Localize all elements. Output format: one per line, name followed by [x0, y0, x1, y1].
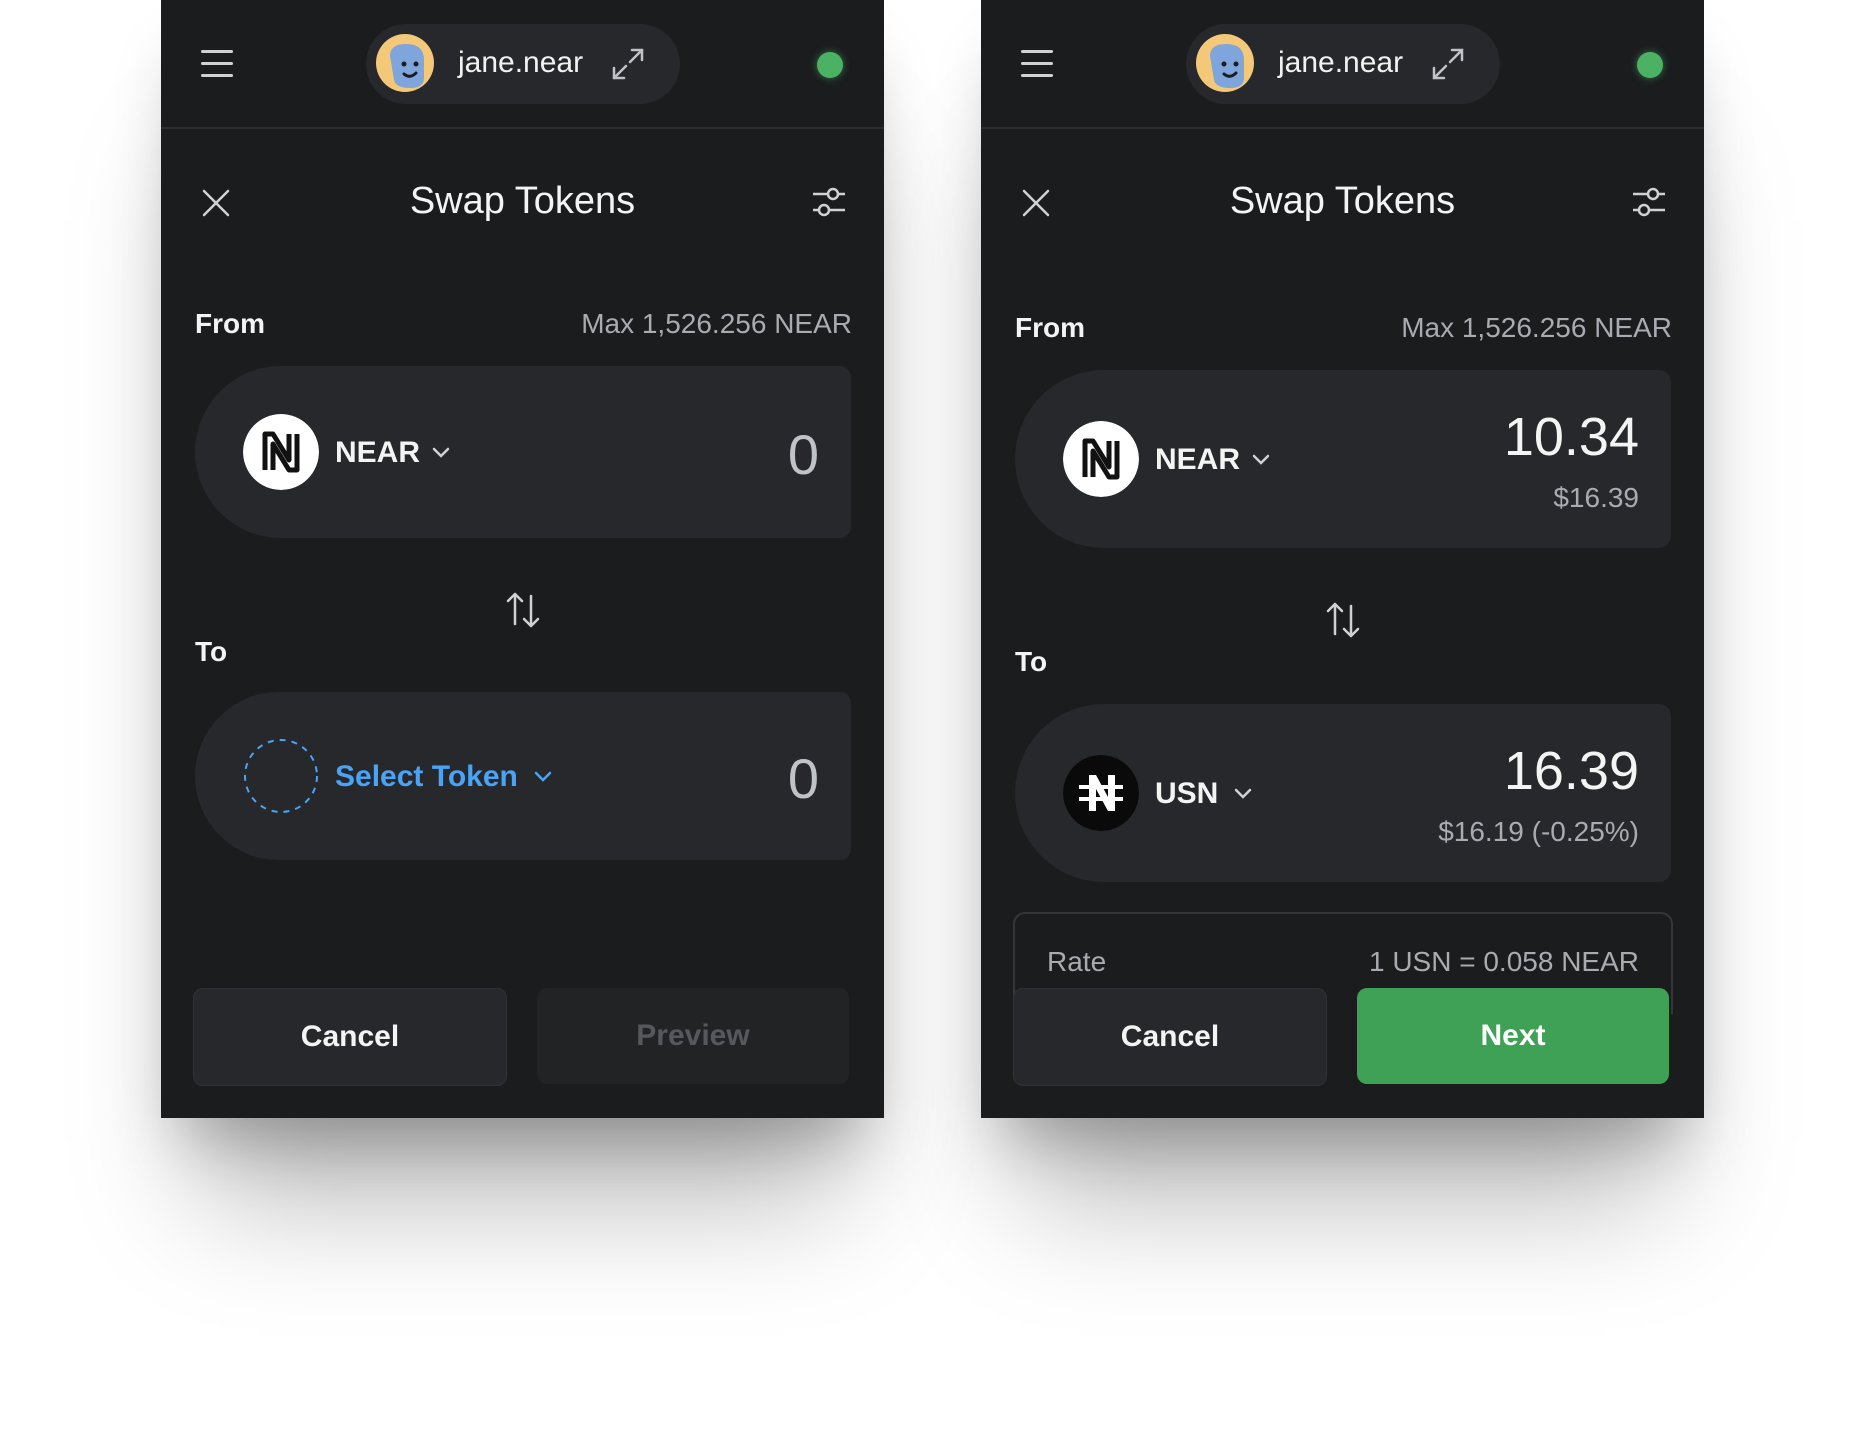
- next-button[interactable]: Next: [1357, 988, 1669, 1084]
- preview-button[interactable]: Preview: [537, 988, 849, 1084]
- from-amount-input[interactable]: 0: [788, 422, 819, 487]
- usn-token-icon: [1063, 755, 1139, 831]
- account-name: jane.near: [1278, 46, 1404, 79]
- placeholder-token-icon: [244, 739, 318, 813]
- rate-label: Rate: [1047, 946, 1107, 977]
- account-selector[interactable]: jane.near: [1186, 24, 1500, 104]
- swap-panel-filled: jane.near Swap Tokens From Max 1,526.256…: [981, 0, 1704, 1118]
- from-token-name: NEAR: [1155, 443, 1241, 476]
- network-status-indicator: [1637, 52, 1663, 78]
- swap-direction-icon[interactable]: [1325, 600, 1361, 640]
- near-token-icon: [1063, 421, 1139, 497]
- to-token-name: USN: [1155, 777, 1219, 810]
- from-label: From: [195, 308, 265, 339]
- account-selector[interactable]: jane.near: [366, 24, 680, 104]
- from-amount-input[interactable]: 10.34: [1504, 406, 1639, 468]
- menu-icon[interactable]: [201, 50, 233, 78]
- to-token-box[interactable]: USN 16.39 $16.19 (-0.25%): [1015, 704, 1671, 882]
- menu-icon[interactable]: [1021, 50, 1053, 78]
- page-title: Swap Tokens: [1229, 180, 1456, 222]
- expand-icon[interactable]: [610, 46, 646, 82]
- network-status-indicator: [817, 52, 843, 78]
- from-label: From: [1015, 312, 1085, 343]
- near-token-icon: [243, 414, 319, 490]
- to-token-box[interactable]: Select Token 0: [195, 692, 851, 860]
- from-token-box[interactable]: NEAR 0: [195, 366, 851, 538]
- to-amount-input[interactable]: 0: [788, 746, 819, 811]
- to-fiat-value: $16.19 (-0.25%): [1438, 816, 1639, 847]
- cancel-button[interactable]: Cancel: [1013, 988, 1327, 1086]
- from-token-box[interactable]: NEAR 10.34 $16.39: [1015, 370, 1671, 548]
- avatar: [1196, 34, 1254, 92]
- to-label: To: [195, 636, 228, 667]
- swap-panel-empty: jane.near Swap Tokens From Max 1,526.256…: [161, 0, 884, 1118]
- account-name: jane.near: [458, 46, 584, 79]
- rate-value: 1 USN = 0.058 NEAR: [1368, 946, 1639, 977]
- to-label: To: [1015, 646, 1048, 677]
- to-amount-input[interactable]: 16.39: [1504, 740, 1639, 802]
- settings-sliders-icon[interactable]: [1631, 186, 1667, 220]
- cancel-button[interactable]: Cancel: [193, 988, 507, 1086]
- chevron-down-icon: [534, 771, 552, 782]
- from-token-name: NEAR: [335, 436, 421, 469]
- avatar: [376, 34, 434, 92]
- select-token-button[interactable]: Select Token: [335, 760, 518, 794]
- expand-icon[interactable]: [1430, 46, 1466, 82]
- max-balance[interactable]: Max 1,526.256 NEAR: [1401, 312, 1672, 344]
- page-title: Swap Tokens: [409, 180, 636, 222]
- settings-sliders-icon[interactable]: [811, 186, 847, 220]
- chevron-down-icon: [1252, 454, 1270, 465]
- max-balance[interactable]: Max 1,526.256 NEAR: [581, 308, 852, 340]
- wallet-top-bar: jane.near: [161, 0, 884, 129]
- swap-direction-icon[interactable]: [505, 590, 541, 630]
- chevron-down-icon: [432, 447, 450, 458]
- from-fiat-value: $16.39: [1553, 482, 1639, 513]
- wallet-top-bar: jane.near: [981, 0, 1704, 129]
- chevron-down-icon: [1234, 788, 1252, 799]
